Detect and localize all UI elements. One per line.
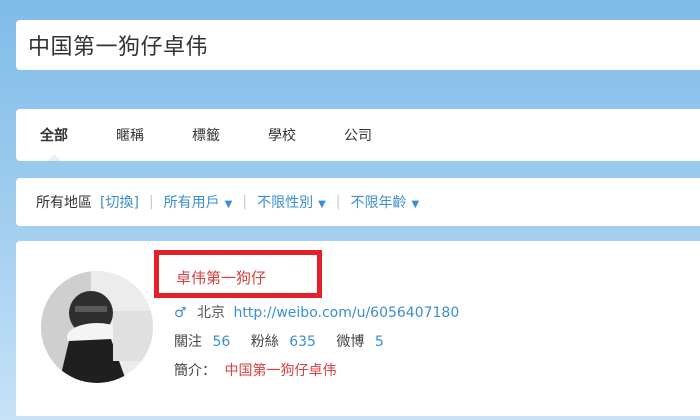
user-result-card: 卓伟第一狗仔 ♂ 北京 http://weibo.com/u/605640718… [16, 241, 700, 416]
age-filter-label: 不限年齡 [350, 195, 407, 211]
tab-company[interactable]: 公司 [344, 125, 372, 145]
intro-text: 中国第一狗仔卓伟 [224, 363, 337, 379]
divider: | [242, 194, 248, 210]
tab-nickname[interactable]: 暱稱 [116, 125, 144, 145]
user-name-link[interactable]: 卓伟第一狗仔 [176, 267, 266, 288]
stats-row: 關注 56 粉絲 635 微博 5 [174, 331, 400, 351]
location-row: ♂ 北京 http://weibo.com/u/6056407180 [174, 302, 459, 322]
following-label: 關注 [174, 334, 202, 350]
caret-down-icon: ▼ [411, 199, 420, 210]
users-filter[interactable]: 所有用戶 ▼ [164, 192, 233, 212]
filter-bar: 所有地區 [切換] | 所有用戶 ▼ | 不限性別 ▼ | 不限年齡 ▼ [16, 178, 700, 226]
gender-filter-label: 不限性別 [257, 195, 314, 211]
switch-region-link[interactable]: [切換] [100, 192, 139, 212]
caret-down-icon: ▼ [318, 199, 326, 210]
caret-down-icon: ▼ [224, 199, 233, 210]
tab-tags[interactable]: 標籤 [192, 125, 220, 145]
followers-label: 粉絲 [250, 334, 279, 350]
gender-filter[interactable]: 不限性別 ▼ [257, 192, 326, 212]
users-filter-label: 所有用戶 [163, 195, 220, 211]
tab-all[interactable]: 全部 [40, 125, 68, 161]
search-tabs: 全部 暱稱 標籤 學校 公司 [16, 109, 700, 161]
search-query: 中国第一狗仔卓伟 [28, 35, 209, 60]
weibo-count[interactable]: 5 [375, 334, 384, 350]
divider: | [335, 194, 341, 210]
intro-row: 簡介： 中国第一狗仔卓伟 [174, 360, 336, 380]
region-label: 所有地區 [36, 195, 92, 211]
location-text: 北京 [197, 305, 226, 321]
search-input[interactable]: 中国第一狗仔卓伟 [16, 20, 700, 70]
tab-school[interactable]: 學校 [268, 125, 296, 145]
divider: | [148, 194, 154, 210]
weibo-label: 微博 [336, 334, 365, 350]
avatar[interactable] [41, 271, 153, 383]
followers-count[interactable]: 635 [289, 334, 316, 350]
profile-url-link[interactable]: http://weibo.com/u/6056407180 [233, 305, 459, 321]
intro-label: 簡介： [174, 363, 216, 379]
male-icon: ♂ [174, 305, 187, 321]
age-filter[interactable]: 不限年齡 ▼ [351, 192, 420, 212]
following-count[interactable]: 56 [212, 334, 230, 350]
